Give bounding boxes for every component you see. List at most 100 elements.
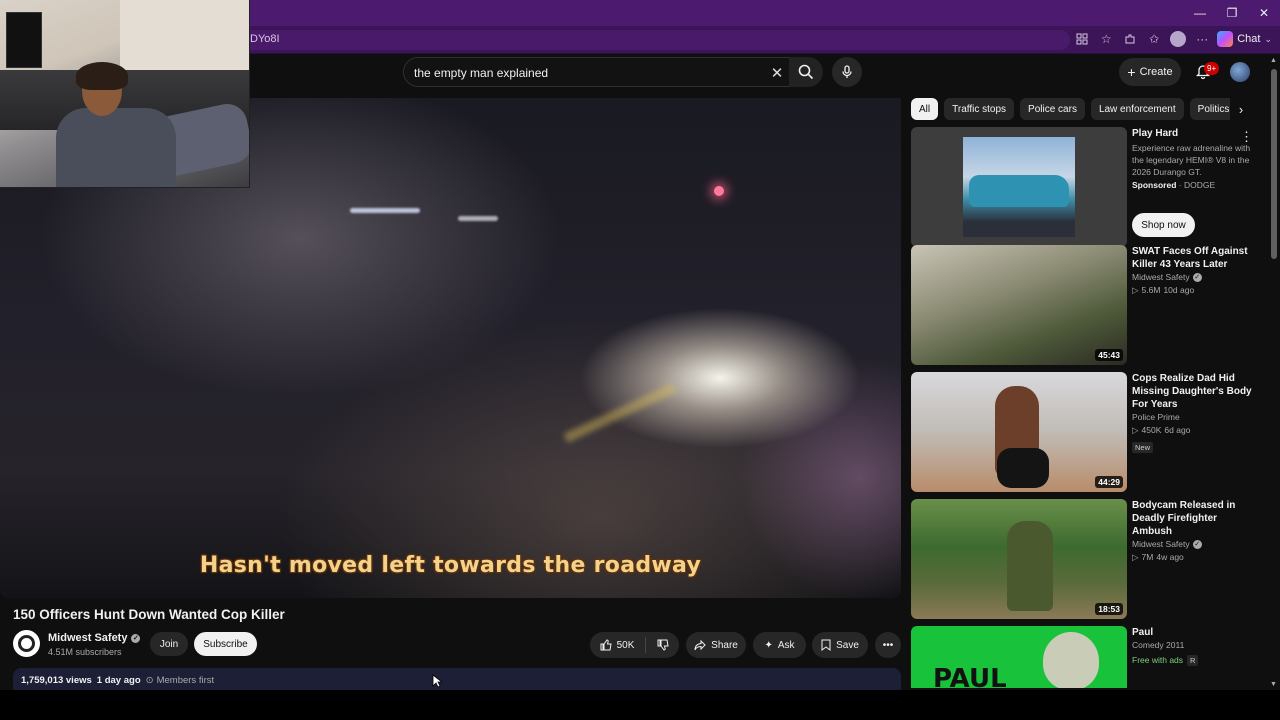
free-with-ads: Free with ads	[1132, 654, 1184, 665]
favorites-icon[interactable]: ✩	[1145, 30, 1163, 48]
rec-channel: Midwest Safety ✓	[1132, 271, 1252, 284]
minimize-icon[interactable]: —	[1184, 0, 1216, 26]
subscribe-button[interactable]: Subscribe	[194, 632, 257, 656]
subscriber-count: 4.51M subscribers	[48, 647, 122, 657]
save-label: Save	[836, 639, 859, 651]
more-menu-icon[interactable]: ···	[1193, 30, 1211, 48]
channel-name-text: Midwest Safety	[48, 632, 128, 644]
ad-thumbnail[interactable]	[911, 127, 1127, 247]
webcam-overlay	[0, 0, 250, 188]
new-badge: New	[1132, 442, 1154, 453]
thumbs-down-icon[interactable]	[657, 639, 669, 651]
chip-traffic-stops[interactable]: Traffic stops	[944, 98, 1015, 120]
favorite-star-icon[interactable]: ☆	[1097, 30, 1115, 48]
account-avatar[interactable]	[1230, 62, 1250, 82]
ask-button[interactable]: ✦ Ask	[753, 632, 806, 658]
video-thumbnail[interactable]: 45:43	[911, 245, 1127, 365]
chip-police-cars[interactable]: Police cars	[1020, 98, 1085, 120]
chevron-right-icon[interactable]: ›	[1230, 98, 1252, 120]
extensions-icon[interactable]	[1121, 30, 1139, 48]
join-button[interactable]: Join	[150, 632, 188, 656]
video-light-streak	[458, 216, 498, 221]
thumb-title-text: PAUL	[933, 664, 1007, 688]
chip-all[interactable]: All	[911, 98, 939, 120]
search-input[interactable]: the empty man explained ✕	[403, 57, 793, 87]
duration-badge: 18:53	[1095, 603, 1123, 615]
search-query-text: the empty man explained	[414, 66, 549, 80]
like-dislike-group: 50K	[590, 632, 679, 658]
ad-menu-icon[interactable]: ⋮	[1240, 129, 1253, 145]
video-thumbnail[interactable]: 44:29	[911, 372, 1127, 492]
sparkle-icon: ✦	[764, 639, 773, 651]
share-button[interactable]: Share	[686, 632, 746, 658]
restore-icon[interactable]: ❐	[1216, 0, 1248, 26]
url-text: DYo8I	[250, 33, 280, 45]
play-icon: ▷	[1132, 285, 1139, 295]
clear-search-icon[interactable]: ✕	[768, 64, 786, 82]
more-actions-button[interactable]: •••	[875, 632, 901, 658]
description-box[interactable]: 1,759,013 views 1 day ago ⊙ Members firs…	[13, 668, 901, 690]
ad-item[interactable]: Play Hard Experience raw adrenaline with…	[911, 127, 1261, 247]
video-red-light	[714, 186, 724, 196]
view-count: 1,759,013 views	[21, 675, 92, 686]
save-button[interactable]: Save	[812, 632, 868, 658]
close-window-icon[interactable]: ✕	[1248, 0, 1280, 26]
chevron-down-icon: ⌄	[1264, 33, 1272, 44]
video-caption: Hasn't moved left towards the roadway	[199, 553, 702, 578]
rec-views: 450K	[1141, 425, 1162, 435]
video-thumbnail[interactable]: 18:53	[911, 499, 1127, 619]
movie-thumbnail[interactable]: PAUL	[911, 626, 1127, 688]
shop-now-button[interactable]: Shop now	[1132, 213, 1195, 237]
webcam-person-hair	[76, 62, 128, 90]
movie-item[interactable]: PAUL Paul Comedy 2011 Free with ads R	[911, 626, 1261, 688]
chip-law-enforcement[interactable]: Law enforcement	[1090, 98, 1184, 120]
browser-toolbar-icons: ☆ ✩ ··· Chat ⌄	[1073, 30, 1280, 48]
ad-title: Play Hard	[1132, 128, 1179, 139]
members-first-label: Members first	[156, 675, 215, 686]
verified-icon: ✓	[1192, 273, 1202, 282]
movie-badges: Free with ads R	[1132, 653, 1252, 666]
duration-badge: 45:43	[1095, 349, 1123, 361]
movie-title: Paul	[1132, 627, 1154, 638]
verified-icon: ✓	[1192, 540, 1202, 549]
channel-avatar[interactable]	[13, 630, 40, 657]
profile-avatar-icon[interactable]	[1169, 30, 1187, 48]
url-field[interactable]: DYo8I	[240, 30, 1070, 50]
video-info: Bodycam Released in Deadly Firefighter A…	[1132, 499, 1252, 564]
more-horizontal-icon: •••	[882, 639, 894, 651]
rec-channel: Midwest Safety ✓	[1132, 538, 1252, 551]
ad-car-body	[969, 175, 1069, 207]
list-item[interactable]: 18:53 Bodycam Released in Deadly Firefig…	[911, 499, 1261, 619]
list-item[interactable]: 44:29 Cops Realize Dad Hid Missing Daugh…	[911, 372, 1261, 492]
video-light-streak	[350, 208, 420, 213]
mouse-cursor-icon	[432, 674, 442, 688]
apps-icon[interactable]	[1073, 30, 1091, 48]
share-icon	[694, 639, 706, 651]
video-road-line	[563, 383, 677, 443]
rating-badge: R	[1187, 655, 1199, 666]
scroll-down-icon[interactable]: ▼	[1270, 681, 1277, 688]
page-scrollbar[interactable]: ▲ ▼	[1268, 55, 1280, 690]
share-label: Share	[711, 639, 738, 651]
like-count[interactable]: 50K	[617, 640, 635, 651]
search-icon	[798, 64, 814, 80]
duration-badge: 44:29	[1095, 476, 1123, 488]
scrollbar-thumb[interactable]	[1271, 69, 1277, 259]
thumbs-up-icon[interactable]	[600, 639, 612, 651]
copilot-chat-button[interactable]: Chat ⌄	[1217, 31, 1272, 47]
rec-age: 10d ago	[1163, 285, 1195, 295]
filter-chips: All Traffic stops Police cars Law enforc…	[911, 98, 1261, 120]
create-button[interactable]: + Create	[1119, 58, 1181, 86]
rec-channel-name: Midwest Safety	[1132, 539, 1190, 549]
scroll-up-icon[interactable]: ▲	[1270, 57, 1277, 64]
rec-views: 5.6M	[1141, 285, 1161, 295]
webcam-person-body	[56, 108, 176, 187]
rec-stats: ▷ 5.6M 10d ago	[1132, 284, 1252, 297]
search-button[interactable]	[789, 57, 823, 87]
rec-title: Cops Realize Dad Hid Missing Daughter's …	[1132, 373, 1252, 410]
video-info: Cops Realize Dad Hid Missing Daughter's …	[1132, 372, 1252, 455]
voice-search-button[interactable]	[832, 57, 862, 87]
list-item[interactable]: 45:43 SWAT Faces Off Against Killer 43 Y…	[911, 245, 1261, 365]
play-icon: ▷	[1132, 425, 1139, 435]
channel-name[interactable]: Midwest Safety ✓	[48, 632, 141, 644]
